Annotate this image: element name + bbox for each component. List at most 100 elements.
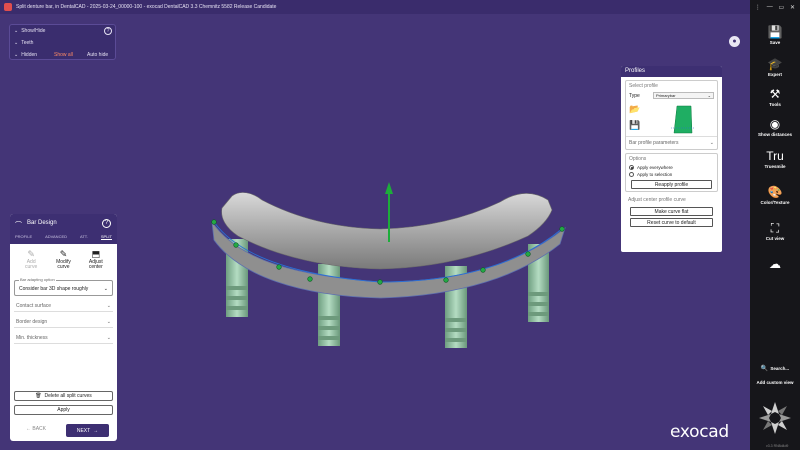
chevron-down-icon: ⌄ [707, 93, 711, 98]
type-label: Type [629, 92, 640, 99]
bar-design-icon: ⌒ [15, 222, 22, 229]
make-curve-flat-button[interactable]: Make curve flat [630, 207, 713, 216]
tools-icon: ⚒ [769, 87, 781, 101]
menu-icon[interactable]: ⋮ [755, 4, 761, 11]
show-distances-label: Show distances [757, 132, 792, 137]
search-icon: 🔍 [760, 366, 769, 372]
notification-icon[interactable]: ● [729, 36, 740, 47]
teeth-row[interactable]: ⌄ Teeth [10, 37, 115, 49]
search-button[interactable]: 🔍 Search... [750, 365, 800, 372]
tab-profile[interactable]: PROFILE [15, 234, 32, 240]
teeth-label: Teeth [21, 40, 34, 46]
open-folder-icon[interactable]: 📂 [629, 104, 643, 115]
border-design-section[interactable]: Border design ⌄ [14, 316, 113, 328]
add-custom-view-label: Add custom view [756, 380, 794, 385]
save-icon: 💾 [767, 25, 783, 39]
delete-split-curves-label: Delete all split curves [44, 393, 92, 399]
bar-profile-parameters[interactable]: Bar profile parameters ⌄ [626, 136, 717, 149]
save-button[interactable]: 💾 Save [750, 24, 800, 45]
add-custom-view-button[interactable]: Add custom view [750, 380, 800, 385]
distance-icon: ◉ [769, 117, 781, 131]
bar-design-title: Bar Design [27, 220, 57, 226]
cloud-button[interactable]: ☁ [750, 256, 800, 272]
options-section: Options Apply everywhere Apply to select… [625, 153, 718, 192]
apply-everywhere-radio[interactable]: Apply everywhere [626, 164, 717, 171]
3d-viewport[interactable]: ● ⌄ Show/Hide ⌄ Teeth ⌄ Hidden Show all … [0, 14, 750, 450]
denture-bar [221, 192, 553, 270]
show-all-button[interactable]: Show all [54, 52, 73, 58]
show-hide-panel: ⌄ Show/Hide ⌄ Teeth ⌄ Hidden Show all Au… [9, 24, 116, 60]
view-orientation-icon[interactable] [755, 398, 795, 438]
show-hide-row[interactable]: ⌄ Show/Hide [10, 25, 115, 37]
show-distances-button[interactable]: ◉ Show distances [750, 116, 800, 137]
tab-split[interactable]: SPLIT [100, 234, 112, 240]
profile-type-select[interactable]: Primarybar ⌄ [653, 92, 714, 99]
chevron-down-icon: ⌄ [14, 52, 19, 58]
profile-preview [671, 105, 695, 134]
back-button[interactable]: ← BACK [26, 426, 46, 432]
chevron-down-icon: ⌄ [14, 28, 19, 34]
app-icon [4, 3, 12, 11]
chevron-down-icon: ⌄ [106, 302, 111, 309]
maximize-icon[interactable]: ▭ [779, 4, 785, 11]
reset-curve-button[interactable]: Reset curve to default [630, 218, 713, 227]
apply-everywhere-label: Apply everywhere [637, 165, 673, 170]
bar-profile-parameters-label: Bar profile parameters [629, 140, 679, 146]
hidden-label: Hidden [21, 52, 38, 58]
cut-view-label: Cut view [765, 236, 785, 241]
version-label: v3.3 RN8d4d9 [766, 444, 789, 448]
profile-actions: 📂 💾 [626, 100, 717, 134]
next-button[interactable]: NEXT → [66, 424, 109, 437]
expert-button[interactable]: 🎓 Expert [750, 56, 800, 77]
truesmile-button[interactable]: Tru Truesmile [750, 148, 800, 169]
center-curve-section: Adjust center profile curve Make curve f… [625, 195, 718, 227]
profile-type-value: Primarybar [656, 93, 676, 98]
min-thickness-section[interactable]: Min. thickness ⌄ [14, 332, 113, 344]
delete-split-curves-button[interactable]: 🗑 Delete all split curves [14, 391, 113, 401]
window-title: Split denture bar, in DentalCAD - 2025-0… [16, 4, 277, 10]
hidden-row[interactable]: ⌄ Hidden Show all Auto hide [10, 49, 115, 61]
adjust-center-button[interactable]: ⬒ Adjust center [83, 249, 109, 278]
tab-advanced[interactable]: ADVANCED [45, 234, 67, 240]
bar-design-tabs: PROFILE ADVANCED ATT. SPLIT [10, 234, 117, 240]
arrow-left-icon: ← [26, 426, 31, 432]
add-curve-label-2: curve [25, 264, 38, 270]
cut-view-button[interactable]: ⛶ Cut view [750, 220, 800, 241]
save-label: Save [769, 40, 781, 45]
apply-to-selection-radio[interactable]: Apply to selection [626, 171, 717, 178]
save-profile-icon[interactable]: 💾 [629, 120, 643, 131]
cut-view-icon: ⛶ [770, 221, 780, 235]
contact-surface-section[interactable]: Contact surface ⌄ [14, 300, 113, 312]
reapply-profile-button[interactable]: Reapply profile [631, 180, 712, 189]
min-thickness-label: Min. thickness [16, 334, 48, 341]
palette-icon: 🎨 [767, 185, 783, 199]
help-icon[interactable]: ? [102, 219, 111, 228]
modify-curve-button[interactable]: ✎ Modify curve [50, 249, 76, 278]
close-icon[interactable]: ✕ [790, 4, 795, 11]
truesmile-label: Truesmile [764, 164, 786, 169]
auto-hide-button[interactable]: Auto hide [87, 52, 108, 58]
bar-adapting-select[interactable]: Bar adapting option Consider bar 3D shap… [14, 277, 113, 296]
graduation-cap-icon: 🎓 [767, 57, 783, 71]
chevron-down-icon: ⌄ [106, 334, 111, 341]
minimize-icon[interactable]: — [767, 4, 773, 10]
tab-attachments[interactable]: ATT. [80, 234, 88, 240]
trash-icon: 🗑 [35, 393, 42, 399]
split-tools: ✎ Add curve ✎ Modify curve ⬒ Adjust cent… [10, 244, 117, 278]
tools-button[interactable]: ⚒ Tools [750, 86, 800, 107]
chevron-down-icon: ⌄ [103, 286, 108, 292]
color-texture-button[interactable]: 🎨 Color/Texture [750, 184, 800, 205]
window-controls: ⋮ — ▭ ✕ [750, 0, 800, 14]
arrow-right-icon: → [93, 427, 99, 434]
add-curve-button[interactable]: ✎ Add curve [18, 249, 44, 278]
radio-unchecked-icon [629, 172, 634, 177]
apply-button[interactable]: Apply [14, 405, 113, 415]
show-hide-label: Show/Hide [21, 28, 46, 34]
exocad-logo: exocad [670, 422, 729, 442]
expert-label: Expert [767, 72, 782, 77]
apply-to-selection-label: Apply to selection [637, 172, 673, 177]
chevron-down-icon: ⌄ [106, 318, 111, 325]
select-profile-label: Select profile [629, 83, 658, 89]
right-toolbar: ⋮ — ▭ ✕ 💾 Save 🎓 Expert ⚒ Tools ◉ Show d… [750, 0, 800, 450]
help-icon[interactable]: ? [104, 27, 112, 35]
